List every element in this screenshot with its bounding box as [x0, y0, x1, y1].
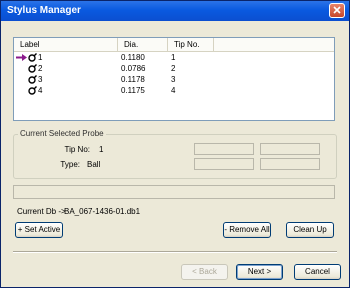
- row-tip-no: 2: [171, 64, 176, 73]
- tip-no-value: 1: [99, 145, 104, 154]
- group-title: Current Selected Probe: [18, 129, 106, 138]
- row-label: 1: [38, 53, 43, 62]
- title-bar[interactable]: Stylus Manager: [1, 1, 349, 21]
- back-button[interactable]: < Back: [181, 264, 228, 280]
- stylus-manager-window: Stylus Manager Label Dia. Tip No. 1 0.11…: [0, 0, 350, 288]
- list-header: Label Dia. Tip No.: [14, 38, 334, 52]
- probe-readonly-field: [194, 143, 254, 155]
- tip-no-label: Tip No:: [64, 145, 91, 154]
- probe-readonly-field: [260, 143, 320, 155]
- row-tip-no: 3: [171, 75, 176, 84]
- row-dia: 0.1180: [121, 53, 145, 62]
- list-item[interactable]: 1 0.1180 1: [14, 52, 334, 63]
- column-header-dia[interactable]: Dia.: [118, 38, 168, 51]
- close-button[interactable]: [329, 3, 345, 18]
- list-item[interactable]: 4 0.1175 4: [14, 85, 334, 96]
- row-dia: 0.1175: [121, 86, 145, 95]
- set-active-button[interactable]: + Set Active: [15, 222, 63, 238]
- stylus-list[interactable]: Label Dia. Tip No. 1 0.1180 1 2 0.0786 2: [13, 37, 335, 121]
- next-button[interactable]: Next >: [236, 264, 283, 280]
- list-item[interactable]: 3 0.1178 3: [14, 74, 334, 85]
- type-value: Ball: [87, 160, 101, 169]
- row-label: 3: [38, 75, 43, 84]
- type-label: Type:: [60, 160, 80, 169]
- current-db-label: Current Db ->: [17, 207, 66, 216]
- close-icon: [333, 6, 341, 14]
- row-tip-no: 1: [171, 53, 176, 62]
- status-field: [13, 185, 335, 199]
- separator: [13, 251, 337, 253]
- column-header-tip-no[interactable]: Tip No.: [168, 38, 214, 51]
- row-tip-no: 4: [171, 86, 176, 95]
- remove-all-button[interactable]: - Remove All: [223, 222, 271, 238]
- list-item[interactable]: 2 0.0786 2: [14, 63, 334, 74]
- probe-readonly-field: [194, 158, 254, 170]
- current-db-value: BA_067-1436-01.db1: [64, 207, 141, 216]
- stylus-probe-icon: [28, 64, 37, 73]
- row-dia: 0.0786: [121, 64, 146, 73]
- window-title: Stylus Manager: [7, 5, 81, 16]
- probe-readonly-field: [260, 158, 320, 170]
- stylus-probe-icon: [28, 75, 37, 84]
- stylus-probe-icon: [28, 86, 37, 95]
- clean-up-button[interactable]: Clean Up: [286, 222, 334, 238]
- arrow-right-icon: [16, 54, 27, 61]
- cancel-button[interactable]: Cancel: [294, 264, 341, 280]
- row-label: 4: [38, 86, 43, 95]
- current-probe-group: Current Selected Probe Tip No: 1 Type: B…: [13, 129, 337, 179]
- row-dia: 0.1178: [121, 75, 145, 84]
- column-header-label[interactable]: Label: [14, 38, 118, 51]
- row-label: 2: [38, 64, 43, 73]
- stylus-probe-icon: [28, 53, 37, 62]
